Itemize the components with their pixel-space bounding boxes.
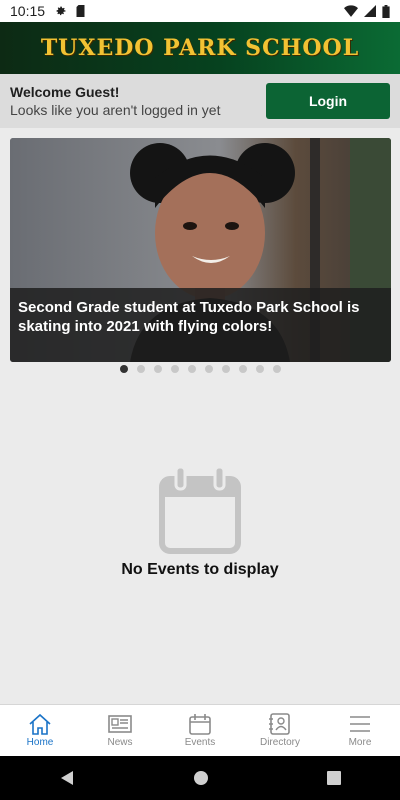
settings-gear-icon — [56, 6, 66, 16]
carousel-dot[interactable] — [136, 365, 145, 373]
nav-label-news: News — [107, 737, 133, 748]
sd-card-icon — [76, 5, 85, 17]
carousel-dot[interactable] — [187, 365, 196, 373]
wifi-icon — [344, 5, 358, 17]
nav-item-home[interactable]: Home — [0, 705, 80, 756]
carousel-caption: Second Grade student at Tuxedo Park Scho… — [10, 288, 391, 362]
carousel-dot[interactable] — [153, 365, 162, 373]
carousel-dot[interactable] — [221, 365, 230, 373]
battery-icon — [382, 4, 390, 18]
news-carousel[interactable]: Second Grade student at Tuxedo Park Scho… — [10, 138, 391, 362]
guest-login-panel: Welcome Guest! Looks like you aren't log… — [0, 74, 400, 128]
calendar-icon — [159, 465, 241, 554]
status-time: 10:15 — [10, 3, 46, 19]
recents-icon[interactable] — [327, 771, 341, 785]
calendar-nav-icon — [189, 714, 211, 735]
nav-item-events[interactable]: Events — [160, 705, 240, 756]
menu-icon — [350, 716, 370, 732]
school-title: TUXEDO PARK SCHOOL — [40, 35, 360, 61]
status-bar: 10:15 — [0, 0, 400, 22]
carousel-dot[interactable] — [204, 365, 213, 373]
school-header-banner: TUXEDO PARK SCHOOL — [0, 22, 400, 74]
home-icon — [29, 713, 51, 735]
nav-label-events: Events — [184, 737, 216, 748]
carousel-page-indicator — [0, 365, 400, 373]
news-icon — [108, 715, 132, 733]
nav-item-more[interactable]: More — [320, 705, 400, 756]
home-circle-icon[interactable] — [193, 770, 209, 786]
nav-label-directory: Directory — [259, 737, 300, 748]
no-events-message: No Events to display — [121, 561, 279, 578]
cell-signal-icon — [364, 5, 376, 17]
carousel-dot[interactable] — [170, 365, 179, 373]
carousel-dot[interactable] — [272, 365, 281, 373]
carousel-dot[interactable] — [238, 365, 247, 373]
system-navigation-bar — [0, 756, 400, 800]
nav-label-home: Home — [26, 737, 54, 748]
login-status-text: Looks like you aren't logged in yet — [10, 102, 221, 118]
carousel-dot[interactable] — [255, 365, 264, 373]
nav-item-news[interactable]: News — [80, 705, 160, 756]
bottom-navigation: Home News Events Directory More — [0, 704, 400, 756]
directory-icon — [269, 713, 290, 735]
nav-label-more: More — [348, 737, 372, 748]
welcome-text: Welcome Guest! — [10, 84, 120, 100]
carousel-dot[interactable] — [119, 365, 128, 373]
events-empty-state: No Events to display — [0, 465, 400, 579]
nav-item-directory[interactable]: Directory — [240, 705, 320, 756]
login-button[interactable]: Login — [266, 83, 390, 119]
back-icon[interactable] — [59, 770, 75, 786]
